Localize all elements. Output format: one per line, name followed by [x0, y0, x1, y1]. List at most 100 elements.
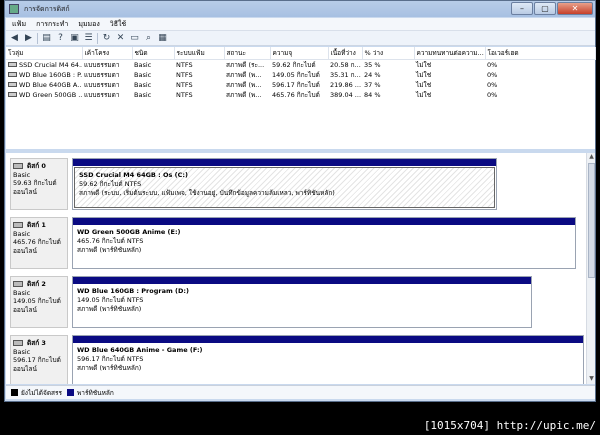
cell-status: สภาพดี (พ...: [226, 80, 262, 89]
cell-filesystem: NTFS: [176, 60, 193, 69]
list-icon[interactable]: ▤: [41, 33, 52, 44]
disk-size: 59.63 กิกะไบต์: [13, 179, 57, 187]
table-row[interactable]: SSD Crucial M4 64... แบบธรรมดา Basic NTF…: [6, 59, 595, 70]
partition-title: WD Blue 160GB : Program (D:): [77, 287, 189, 295]
cell-type: Basic: [134, 90, 152, 99]
cell-fault-tolerance: ไม่ใช่: [416, 70, 432, 79]
table-row[interactable]: WD Green 500GB ... แบบธรรมดา Basic NTFS …: [6, 90, 595, 100]
partition-size: 596.17 กิกะไบต์ NTFS: [77, 355, 144, 363]
toolbar-separator: [37, 32, 38, 44]
cell-fault-tolerance: ไม่ใช่: [416, 80, 432, 89]
cell-overhead: 0%: [487, 70, 498, 79]
legend-bar: ยังไม่ได้จัดสรร พาร์ทิชันหลัก: [6, 385, 595, 399]
partition-status: สภาพดี (พาร์ทิชันหลัก): [77, 364, 142, 372]
disk-type: Basic: [13, 347, 31, 356]
disk-label[interactable]: ดิสก์ 1 Basic 465.76 กิกะไบต์ ออนไลน์: [10, 217, 68, 269]
cell-free-space: 389.04 ...: [330, 90, 362, 99]
col-percent-free[interactable]: % ว่าง: [362, 47, 415, 60]
partition[interactable]: WD Blue 160GB : Program (D:) 149.05 กิกะ…: [72, 276, 532, 328]
disk-name: ดิสก์ 0: [27, 162, 46, 170]
cell-capacity: 59.62 กิกะไบต์: [272, 60, 316, 69]
cell-layout: แบบธรรมดา: [84, 80, 120, 89]
cell-overhead: 0%: [487, 90, 498, 99]
cell-volume: SSD Crucial M4 64...: [19, 60, 82, 69]
col-free-space[interactable]: เนื้อที่ว่าง: [328, 47, 363, 60]
drive-icon: [8, 82, 17, 87]
partition-title: SSD Crucial M4 64GB : Os (C:): [79, 171, 188, 179]
cell-filesystem: NTFS: [176, 70, 193, 79]
disk-name: ดิสก์ 2: [27, 280, 46, 288]
disk-label[interactable]: ดิสก์ 2 Basic 149.05 กิกะไบต์ ออนไลน์: [10, 276, 68, 328]
delete-icon[interactable]: ✕: [115, 33, 126, 44]
menu-bar: แฟ้ม การกระทำ มุมมอง วิธีใช้: [6, 18, 595, 31]
partition-bar: [73, 336, 583, 343]
table-header: โวลุ่ม เค้าโครง ชนิด ระบบแฟ้ม สถานะ ความ…: [6, 47, 596, 60]
cell-free-space: 219.86 ...: [330, 80, 362, 89]
menu-action[interactable]: การกระทำ: [36, 19, 68, 30]
properties-icon[interactable]: ▣: [69, 33, 80, 44]
table-row[interactable]: WD Blue 640GB A... แบบธรรมดา Basic NTFS …: [6, 80, 595, 90]
list2-icon[interactable]: ☰: [83, 33, 94, 44]
scroll-thumb[interactable]: [588, 163, 595, 278]
col-volume[interactable]: โวลุ่ม: [6, 47, 83, 60]
toolbar-separator: [97, 32, 98, 44]
help-icon[interactable]: ?: [55, 33, 66, 44]
menu-help[interactable]: วิธีใช้: [110, 19, 126, 30]
col-overhead[interactable]: โอเวอร์เฮด: [485, 47, 596, 60]
minimize-button[interactable]: –: [511, 2, 533, 15]
disk-row: ดิสก์ 0 Basic 59.63 กิกะไบต์ ออนไลน์ SSD…: [10, 158, 584, 210]
legend-primary-partition: พาร์ทิชันหลัก: [77, 388, 114, 397]
folder-icon[interactable]: ▭: [129, 33, 140, 44]
legend-swatch-primary: [67, 389, 75, 396]
scroll-up-icon[interactable]: ▲: [587, 153, 595, 162]
disk-label[interactable]: ดิสก์ 3 Basic 596.17 กิกะไบต์ ออนไลน์: [10, 335, 68, 384]
cell-layout: แบบธรรมดา: [84, 60, 120, 69]
col-type[interactable]: ชนิด: [132, 47, 175, 60]
legend-swatch-unallocated: [11, 389, 18, 396]
cell-fault-tolerance: ไม่ใช่: [416, 60, 432, 69]
cell-volume: WD Blue 640GB A...: [19, 80, 82, 89]
partition[interactable]: WD Blue 640GB Anime - Game (F:) 596.17 ก…: [72, 335, 584, 384]
close-button[interactable]: ✕: [557, 2, 593, 15]
maximize-button[interactable]: ▢: [534, 2, 556, 15]
cell-free-space: 20.58 ก...: [330, 60, 361, 69]
partition-title: WD Blue 640GB Anime - Game (F:): [77, 346, 203, 354]
cell-percent-free: 84 %: [364, 90, 381, 99]
drive-icon: [8, 72, 17, 77]
view-icon[interactable]: ▦: [157, 33, 168, 44]
scroll-down-icon[interactable]: ▼: [587, 375, 595, 384]
menu-view[interactable]: มุมมอง: [78, 19, 99, 30]
partition[interactable]: SSD Crucial M4 64GB : Os (C:) 59.62 กิกะ…: [72, 158, 497, 210]
col-capacity[interactable]: ความจุ: [270, 47, 329, 60]
forward-icon[interactable]: ▶: [23, 33, 34, 44]
cell-status: สภาพดี (พ...: [226, 90, 262, 99]
menu-file[interactable]: แฟ้ม: [12, 19, 26, 30]
disk-size: 596.17 กิกะไบต์: [13, 356, 61, 364]
col-status[interactable]: สถานะ: [224, 47, 271, 60]
disk-name: ดิสก์ 1: [27, 221, 46, 229]
partition-status: สภาพดี (พาร์ทิชันหลัก): [77, 246, 142, 254]
vertical-scrollbar[interactable]: ▲ ▼: [586, 153, 595, 384]
cell-fault-tolerance: ไม่ใช่: [416, 90, 432, 99]
window-title: การจัดการดิสก์: [24, 4, 70, 13]
disk-label[interactable]: ดิสก์ 0 Basic 59.63 กิกะไบต์ ออนไลน์: [10, 158, 68, 210]
disk-size: 465.76 กิกะไบต์: [13, 238, 61, 246]
disk-icon: [13, 222, 23, 229]
col-layout[interactable]: เค้าโครง: [82, 47, 133, 60]
legend-unallocated: ยังไม่ได้จัดสรร: [21, 388, 63, 397]
title-bar: การจัดการดิสก์ – ▢ ✕: [5, 1, 595, 17]
col-fault-tolerance[interactable]: ความทนทานต่อความ...: [414, 47, 486, 60]
refresh-icon[interactable]: ↻: [101, 33, 112, 44]
rescan-icon[interactable]: ⌕: [143, 33, 154, 44]
partition[interactable]: WD Green 500GB Anime (E:) 465.76 กิกะไบต…: [72, 217, 576, 269]
table-row[interactable]: WD Blue 160GB : P... แบบธรรมดา Basic NTF…: [6, 70, 595, 80]
disk-row: ดิสก์ 2 Basic 149.05 กิกะไบต์ ออนไลน์ WD…: [10, 276, 584, 328]
cell-percent-free: 24 %: [364, 70, 381, 79]
partition-bar: [73, 218, 575, 225]
col-filesystem[interactable]: ระบบแฟ้ม: [174, 47, 225, 60]
back-icon[interactable]: ◀: [9, 33, 20, 44]
cell-overhead: 0%: [487, 60, 498, 69]
disk-icon: [13, 340, 23, 347]
partition-size: 59.62 กิกะไบต์ NTFS: [79, 180, 142, 188]
disk-name: ดิสก์ 3: [27, 339, 46, 347]
